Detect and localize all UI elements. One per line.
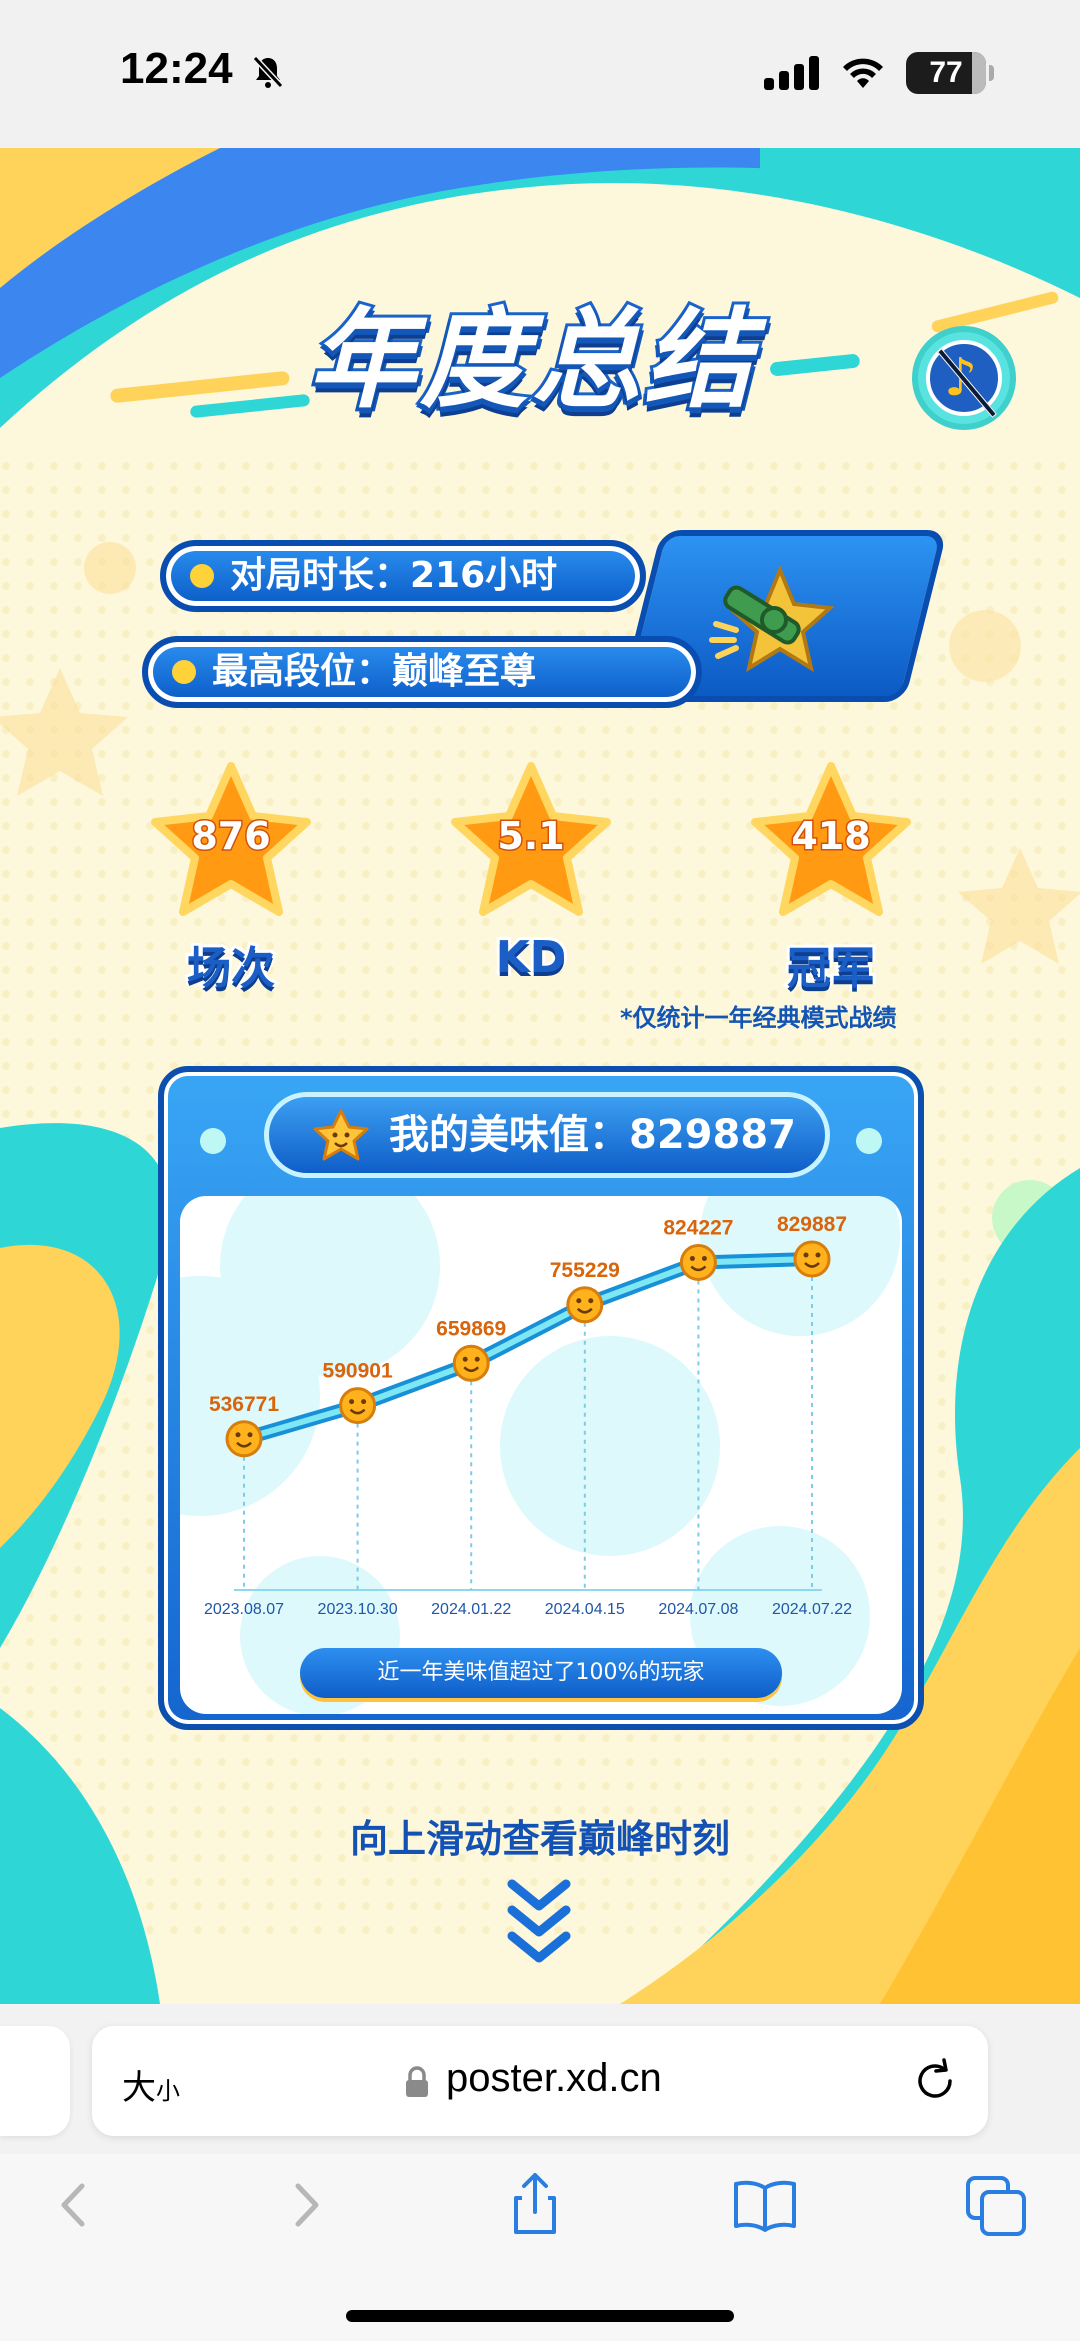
share-icon[interactable] [500, 2170, 570, 2240]
data-point-eye [361, 1399, 367, 1405]
annual-summary-poster[interactable]: 年度总结 ♪ 对局时长：216小时 最高段位：巅峰至尊 876 场次 5.1 K… [0, 148, 1080, 2004]
data-label: 536771 [209, 1393, 279, 1416]
x-tick-label: 2023.10.30 [318, 1601, 398, 1618]
data-point [793, 1240, 831, 1278]
data-point [225, 1420, 263, 1458]
bullet-dot [190, 564, 214, 588]
data-point-eye [235, 1432, 241, 1438]
data-point-eye [588, 1298, 594, 1304]
status-bar: 12:24 77 [0, 0, 1080, 148]
data-point-eye [349, 1399, 355, 1405]
rank-percent-banner: 近一年美味值超过了100%的玩家 [300, 1648, 782, 1698]
text-size-large: 大 [122, 2069, 156, 2107]
wins-value: 418 [790, 813, 872, 860]
stat-highest-rank-text: 最高段位：巅峰至尊 [212, 651, 537, 692]
status-time: 12:24 [120, 44, 233, 93]
star-stat-matches: 876 场次 [146, 760, 316, 997]
bell-muted-icon [252, 55, 284, 89]
data-label: 824227 [663, 1216, 733, 1239]
data-label: 659869 [436, 1317, 506, 1340]
rank-medal-icon [709, 564, 835, 673]
reload-icon[interactable] [910, 2056, 960, 2106]
kd-label: KD [493, 929, 570, 986]
back-icon[interactable] [38, 2170, 108, 2240]
text-size-button[interactable]: 大小 [122, 2060, 180, 2109]
x-tick-label: 2024.07.08 [658, 1601, 738, 1618]
chevron-down-icon[interactable] [504, 1878, 574, 1968]
wifi-icon [843, 58, 883, 88]
stat-play-time: 对局时长：216小时 [160, 540, 646, 612]
bullet-dot [172, 660, 196, 684]
data-label: 755229 [550, 1259, 620, 1282]
x-tick-label: 2023.08.07 [204, 1601, 284, 1618]
wins-label: 冠军 [784, 940, 878, 997]
x-tick-label: 2024.01.22 [431, 1601, 511, 1618]
data-point-eye [576, 1298, 582, 1304]
url-text[interactable]: poster.xd.cn [446, 2056, 662, 2101]
music-toggle-button[interactable]: ♪ [912, 326, 1016, 430]
stat-play-time-text: 对局时长：216小时 [230, 555, 558, 596]
tabs-icon[interactable] [962, 2170, 1032, 2240]
matches-label: 场次 [184, 940, 278, 997]
tastiness-chart: 536771 2023.08.07 590901 2023.10.30 659869 20… [180, 1196, 902, 1714]
line-chart: 536771 2023.08.07 590901 2023.10.30 659869 20… [180, 1196, 900, 1714]
x-tick-label: 2024.07.22 [772, 1601, 852, 1618]
previous-tab-preview[interactable] [0, 2026, 70, 2136]
forward-icon[interactable] [272, 2170, 342, 2240]
card-dot-right [856, 1128, 882, 1154]
page-title: 年度总结 [305, 295, 756, 426]
kd-value: 5.1 [496, 813, 566, 860]
star-stat-wins: 418 冠军 [746, 760, 916, 997]
data-point [566, 1286, 604, 1324]
card-heading: 我的美味值：829887 [264, 1092, 830, 1178]
x-tick-label: 2024.04.15 [545, 1601, 625, 1618]
home-indicator [346, 2310, 734, 2322]
matches-value: 876 [190, 813, 272, 860]
data-point-eye [462, 1356, 468, 1362]
data-label: 829887 [777, 1213, 847, 1236]
data-point-eye [815, 1252, 821, 1258]
tastiness-card: 我的美味值：829887 536771 2023.08.07 590901 2023.… [158, 1066, 924, 1730]
tastiness-total: 我的美味值：829887 [389, 1112, 796, 1158]
data-point-eye [803, 1252, 809, 1258]
bookmarks-icon[interactable] [730, 2170, 800, 2240]
text-size-small: 小 [156, 2078, 180, 2105]
swipe-up-hint[interactable]: 向上滑动查看巅峰时刻 [0, 1808, 1080, 1863]
card-dot-left [200, 1128, 226, 1154]
data-label: 590901 [323, 1360, 393, 1383]
data-point-eye [474, 1356, 480, 1362]
data-point-eye [247, 1432, 253, 1438]
data-point-eye [701, 1255, 707, 1261]
battery-level: 77 [929, 56, 963, 89]
star-face-icon [313, 1109, 369, 1161]
music-off-icon: ♪ [926, 340, 1002, 418]
star-stat-kd: 5.1 KD [446, 760, 616, 990]
data-point [679, 1243, 717, 1281]
data-point-eye [689, 1255, 695, 1261]
data-point [339, 1387, 377, 1425]
stats-footnote: *仅统计一年经典模式战绩 [620, 1004, 897, 1032]
stat-highest-rank: 最高段位：巅峰至尊 [142, 636, 702, 708]
battery-icon: 77 [906, 52, 994, 94]
data-point [452, 1344, 490, 1382]
signal-icon [764, 56, 819, 90]
lock-icon [406, 2066, 428, 2097]
